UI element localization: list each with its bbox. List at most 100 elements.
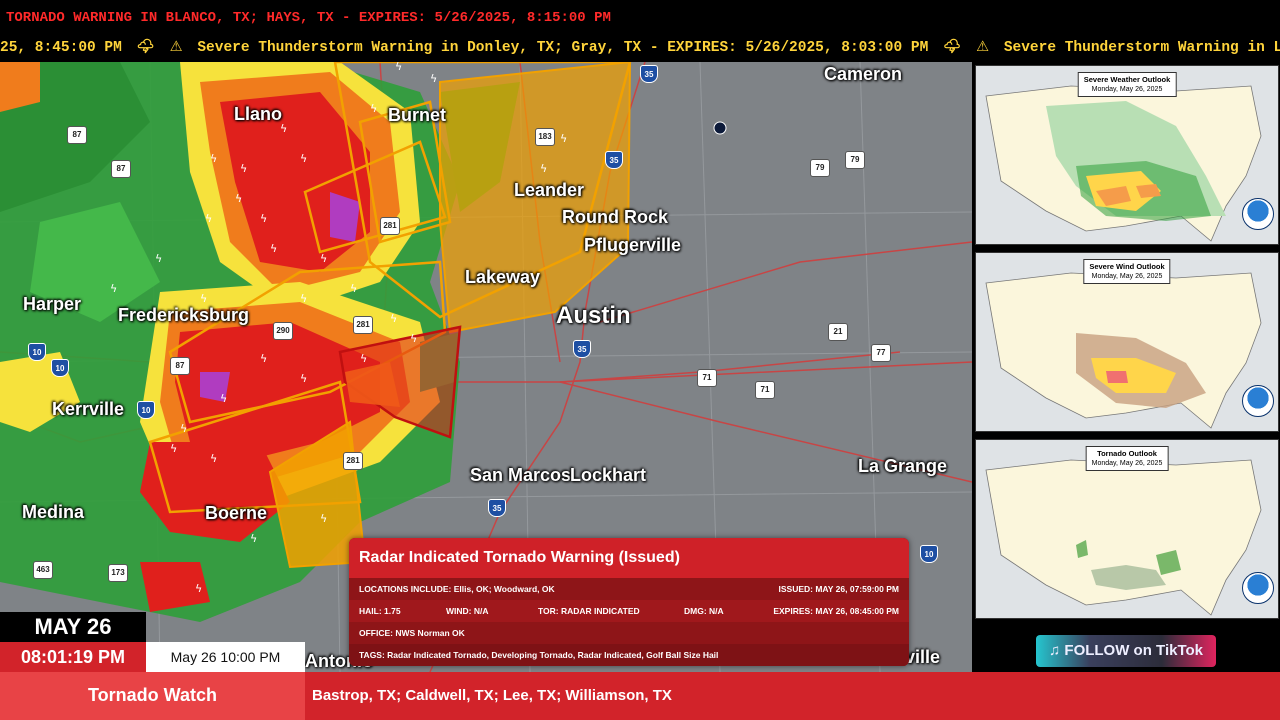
interstate-shield: 10 bbox=[920, 545, 938, 563]
highway-shield: 281 bbox=[343, 452, 363, 470]
severe-wind-outlook: Severe Wind Outlook Monday, May 26, 2025 bbox=[975, 252, 1279, 432]
alert-office: OFFICE: NWS Norman OK bbox=[359, 628, 465, 638]
city-label: Kerrville bbox=[52, 399, 125, 419]
svg-text:ϟ: ϟ bbox=[410, 332, 417, 345]
ticker-item: Severe Thunderstorm Warning in L bbox=[1003, 40, 1280, 56]
interstate-shield: 10 bbox=[137, 401, 155, 419]
svg-text:ϟ: ϟ bbox=[180, 422, 187, 435]
highway-shield: 463 bbox=[33, 561, 53, 579]
highway-shield: 183 bbox=[535, 128, 555, 146]
outlook-title: Severe Wind Outlook Monday, May 26, 2025 bbox=[1083, 259, 1171, 284]
highway-shield: 79 bbox=[810, 159, 830, 177]
noaa-logo-icon bbox=[1242, 385, 1274, 417]
svg-text:ϟ: ϟ bbox=[320, 252, 327, 265]
tornado-outlook: Tornado Outlook Monday, May 26, 2025 bbox=[975, 439, 1279, 619]
outlook-date: Monday, May 26, 2025 bbox=[1091, 86, 1163, 93]
alert-row: OFFICE: NWS Norman OK bbox=[349, 622, 909, 644]
top-alert-text: TORNADO WARNING IN BLANCO, TX; HAYS, TX … bbox=[6, 10, 611, 26]
svg-text:ϟ: ϟ bbox=[430, 72, 437, 85]
interstate-shield: 10 bbox=[28, 343, 46, 361]
interstate-shield: 35 bbox=[573, 340, 591, 358]
city-label: Leander bbox=[514, 180, 585, 200]
outlook-title: Tornado Outlook Monday, May 26, 2025 bbox=[1085, 446, 1169, 471]
warning-icon: ⚠ bbox=[976, 39, 990, 55]
severe-weather-outlook: Severe Weather Outlook Monday, May 26, 20… bbox=[975, 65, 1279, 245]
tiktok-follow-button[interactable]: ♫ FOLLOW on TikTok bbox=[1036, 635, 1216, 667]
svg-text:ϟ: ϟ bbox=[395, 62, 402, 73]
alert-issued: ISSUED: MAY 26, 07:59:00 PM bbox=[778, 584, 899, 594]
noaa-logo-icon bbox=[1242, 198, 1274, 230]
svg-text:ϟ: ϟ bbox=[260, 212, 267, 225]
svg-text:ϟ: ϟ bbox=[195, 582, 202, 595]
outlook-date: Monday, May 26, 2025 bbox=[1091, 273, 1163, 280]
outlook-panel: Severe Weather Outlook Monday, May 26, 20… bbox=[972, 62, 1280, 672]
interstate-shield: 35 bbox=[605, 151, 623, 169]
highway-shield: 173 bbox=[108, 564, 128, 582]
noaa-logo-icon bbox=[1242, 572, 1274, 604]
highway-shield: 87 bbox=[170, 357, 190, 375]
storm-icon: 🌩 bbox=[942, 39, 962, 55]
svg-text:ϟ: ϟ bbox=[240, 162, 247, 175]
music-note-icon: ♫ bbox=[1048, 642, 1061, 659]
svg-text:ϟ: ϟ bbox=[320, 512, 327, 525]
city-label: Harper bbox=[23, 294, 82, 314]
svg-text:ϟ: ϟ bbox=[260, 352, 267, 365]
highway-shield: 281 bbox=[380, 217, 400, 235]
interstate-shield: 35 bbox=[640, 65, 658, 83]
svg-text:ϟ: ϟ bbox=[110, 282, 117, 295]
alert-locations: LOCATIONS INCLUDE: Ellis, OK; Woodward, … bbox=[359, 584, 555, 594]
svg-text:ϟ: ϟ bbox=[205, 212, 212, 225]
alert-row: TAGS: Radar Indicated Tornado, Developin… bbox=[349, 644, 909, 666]
svg-text:ϟ: ϟ bbox=[350, 282, 357, 295]
svg-text:ϟ: ϟ bbox=[155, 252, 162, 265]
watch-bar: Tornado Watch Bastrop, TX; Caldwell, TX;… bbox=[0, 672, 1280, 720]
alert-card-title: Radar Indicated Tornado Warning (Issued) bbox=[349, 538, 909, 578]
warning-icon: ⚠ bbox=[169, 39, 183, 55]
interstate-shield: 35 bbox=[488, 499, 506, 517]
alert-row: LOCATIONS INCLUDE: Ellis, OK; Woodward, … bbox=[349, 578, 909, 600]
svg-text:ϟ: ϟ bbox=[200, 292, 207, 305]
city-label: Austin bbox=[556, 302, 631, 329]
alert-row: HAIL: 1.75 WIND: N/A TOR: RADAR INDICATE… bbox=[349, 600, 909, 622]
alert-wind: WIND: N/A bbox=[446, 606, 489, 616]
svg-text:ϟ: ϟ bbox=[540, 162, 547, 175]
outlook-heading: Severe Weather Outlook bbox=[1083, 75, 1171, 84]
city-label: Lakeway bbox=[465, 267, 541, 287]
alert-tags: TAGS: Radar Indicated Tornado, Developin… bbox=[359, 650, 719, 660]
watch-expiry-time: May 26 10:00 PM bbox=[146, 642, 305, 672]
svg-text:ϟ: ϟ bbox=[300, 152, 307, 165]
current-date: MAY 26 bbox=[0, 612, 146, 642]
highway-shield: 87 bbox=[111, 160, 131, 178]
city-label: Lockhart bbox=[570, 465, 647, 485]
top-alert-banner: TORNADO WARNING IN BLANCO, TX; HAYS, TX … bbox=[0, 0, 1280, 34]
city-label: Burnet bbox=[388, 105, 446, 125]
svg-text:ϟ: ϟ bbox=[560, 132, 567, 145]
city-label: Boerne bbox=[205, 503, 268, 523]
city-label: Fredericksburg bbox=[118, 305, 250, 325]
svg-text:ϟ: ϟ bbox=[170, 442, 177, 455]
highway-shield: 77 bbox=[871, 344, 891, 362]
highway-shield: 281 bbox=[353, 316, 373, 334]
city-label: Round Rock bbox=[562, 207, 668, 227]
ticker-item: Severe Thunderstorm Warning in Donley, T… bbox=[197, 40, 929, 56]
svg-text:ϟ: ϟ bbox=[300, 372, 307, 385]
watch-areas: Bastrop, TX; Caldwell, TX; Lee, TX; Will… bbox=[312, 687, 672, 704]
outlook-date: Monday, May 26, 2025 bbox=[1091, 460, 1163, 467]
svg-text:ϟ: ϟ bbox=[360, 352, 367, 365]
interstate-shield: 10 bbox=[51, 359, 69, 377]
tiktok-follow-label: FOLLOW on TikTok bbox=[1064, 642, 1204, 659]
highway-shield: 79 bbox=[845, 151, 865, 169]
svg-text:ϟ: ϟ bbox=[210, 152, 217, 165]
svg-text:ϟ: ϟ bbox=[370, 102, 377, 115]
alert-tor: TOR: RADAR INDICATED bbox=[538, 606, 640, 616]
city-label: ville bbox=[905, 647, 941, 667]
alert-expires: EXPIRES: MAY 26, 08:45:00 PM bbox=[773, 606, 899, 616]
alert-hail: HAIL: 1.75 bbox=[359, 606, 401, 616]
ticker-lead: 25, 8:45:00 PM bbox=[0, 40, 122, 56]
svg-text:ϟ: ϟ bbox=[220, 392, 227, 405]
city-label: San Marcos bbox=[470, 465, 572, 485]
highway-shield: 21 bbox=[828, 323, 848, 341]
tornado-warning-card: Radar Indicated Tornado Warning (Issued)… bbox=[349, 538, 909, 666]
highway-shield: 290 bbox=[273, 322, 293, 340]
outlook-heading: Tornado Outlook bbox=[1097, 449, 1157, 458]
